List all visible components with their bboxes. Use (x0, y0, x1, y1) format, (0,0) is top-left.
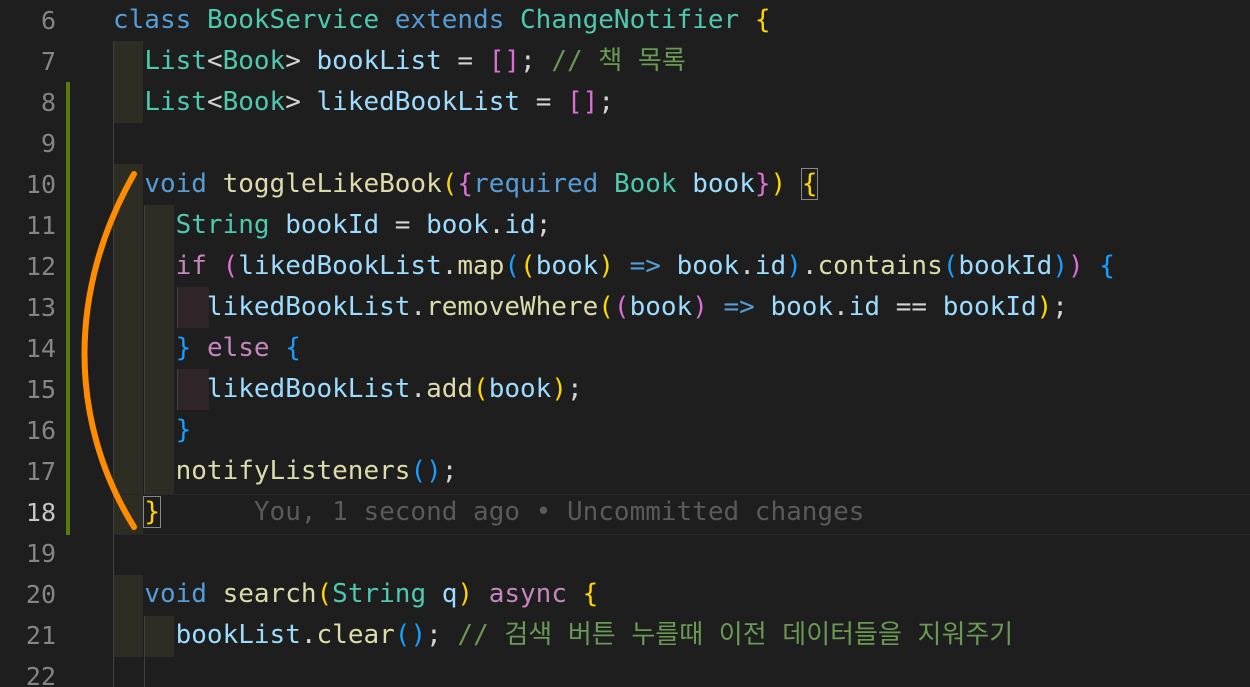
annotation-bracket (81, 171, 137, 530)
code-editor[interactable]: 6 class BookService extends ChangeNotifi… (0, 0, 1250, 687)
